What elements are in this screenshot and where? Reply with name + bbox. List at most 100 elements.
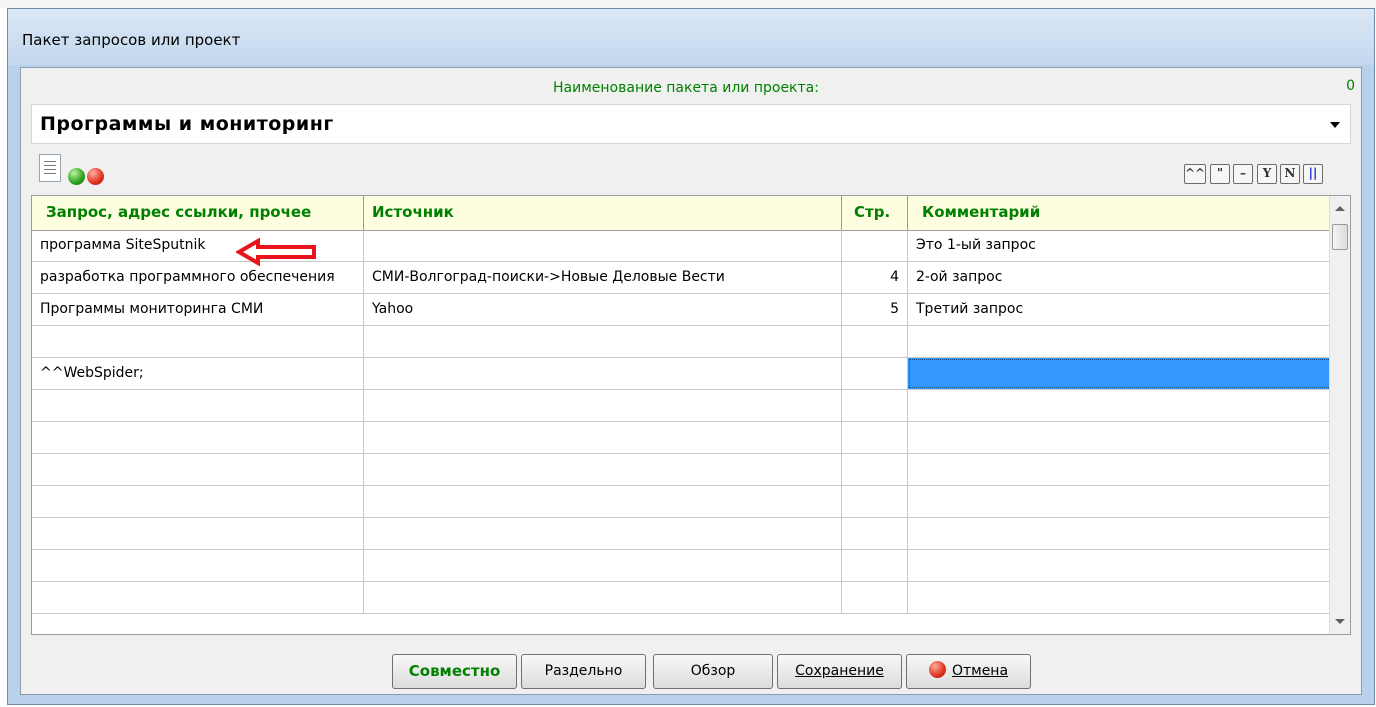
cell-comment[interactable] xyxy=(908,582,1332,613)
caret-quote-icon: ^^ xyxy=(1185,166,1206,180)
cell-page[interactable] xyxy=(842,550,908,581)
table-row[interactable]: программа SiteSputnik Это 1-ый запрос xyxy=(32,230,1332,262)
table-row[interactable] xyxy=(32,582,1332,614)
dialog-client-area: Наименование пакета или проекта: 0 Прогр… xyxy=(20,67,1362,695)
blue-bars-icon: || xyxy=(1308,166,1318,180)
cell-page[interactable] xyxy=(842,454,908,485)
red-circle-icon[interactable] xyxy=(87,168,104,185)
cell-page[interactable] xyxy=(842,422,908,453)
separate-button[interactable]: Раздельно xyxy=(521,654,646,689)
cell-source[interactable] xyxy=(364,390,842,421)
cell-page[interactable] xyxy=(842,326,908,357)
cell-comment[interactable]: Это 1-ый запрос xyxy=(908,230,1332,261)
cell-comment[interactable] xyxy=(908,390,1332,421)
bars-button[interactable]: || xyxy=(1303,164,1323,184)
table-row[interactable]: Программы мониторинга СМИ Yahoo 5 Третий за… xyxy=(32,294,1332,326)
cancel-button-label: Отмена xyxy=(951,663,1009,679)
table-row[interactable]: разработка программного обеспечения СМИ-В… xyxy=(32,262,1332,294)
window-title: Пакет запросов или проект xyxy=(22,31,241,49)
cell-page[interactable] xyxy=(842,518,908,549)
caret-quote-button[interactable]: ^^ xyxy=(1184,164,1206,184)
project-name-label: Наименование пакета или проекта: xyxy=(553,80,819,96)
background-strip xyxy=(0,0,1376,8)
vertical-scrollbar[interactable] xyxy=(1329,196,1350,634)
cell-query[interactable] xyxy=(32,326,364,357)
cell-page[interactable] xyxy=(842,230,908,261)
scroll-up-arrow-icon[interactable] xyxy=(1335,206,1345,211)
column-header-query[interactable]: Запрос, адрес ссылки, прочее xyxy=(32,196,364,230)
dash-icon: – xyxy=(1240,166,1246,180)
cell-query[interactable] xyxy=(32,550,364,581)
cell-page[interactable] xyxy=(842,582,908,613)
together-button[interactable]: Совместно xyxy=(392,654,517,689)
table-row[interactable] xyxy=(32,422,1332,454)
cell-query[interactable]: Программы мониторинга СМИ xyxy=(32,294,364,325)
cell-comment[interactable] xyxy=(908,550,1332,581)
cell-comment[interactable] xyxy=(908,326,1332,357)
table-row[interactable] xyxy=(32,486,1332,518)
cell-comment[interactable] xyxy=(908,486,1332,517)
table-row[interactable]: ^^WebSpider; xyxy=(32,358,1332,390)
cell-source[interactable]: Yahoo xyxy=(364,294,842,325)
dialog-window: Пакет запросов или проект Наименование п… xyxy=(7,8,1375,705)
green-circle-icon[interactable] xyxy=(68,168,85,185)
left-arrow-annotation-icon xyxy=(236,238,316,266)
cell-page[interactable]: 4 xyxy=(842,262,908,293)
cell-source[interactable] xyxy=(364,454,842,485)
cell-query[interactable]: разработка программного обеспечения xyxy=(32,262,364,293)
no-button[interactable]: N xyxy=(1280,164,1300,184)
cell-source[interactable] xyxy=(364,486,842,517)
cell-source[interactable] xyxy=(364,582,842,613)
cell-comment[interactable]: 2-ой запрос xyxy=(908,262,1332,293)
cell-comment[interactable] xyxy=(908,518,1332,549)
cell-comment[interactable] xyxy=(908,358,1332,389)
project-name-value: Программы и мониторинг xyxy=(40,113,334,135)
table-row[interactable] xyxy=(32,550,1332,582)
cell-comment[interactable] xyxy=(908,454,1332,485)
cell-source[interactable] xyxy=(364,230,842,261)
cell-source[interactable] xyxy=(364,550,842,581)
yes-button[interactable]: Y xyxy=(1257,164,1277,184)
document-icon[interactable] xyxy=(39,154,61,182)
cell-source[interactable] xyxy=(364,518,842,549)
table-row[interactable] xyxy=(32,518,1332,550)
counter-value: 0 xyxy=(1346,78,1355,94)
cell-query[interactable]: ^^WebSpider; xyxy=(32,358,364,389)
cell-query[interactable] xyxy=(32,454,364,485)
chevron-down-icon[interactable] xyxy=(1330,122,1340,128)
cell-source[interactable]: СМИ-Волгоград-поиски->Новые Деловые Вест… xyxy=(364,262,842,293)
cell-comment[interactable]: Третий запрос xyxy=(908,294,1332,325)
cell-page[interactable] xyxy=(842,358,908,389)
project-name-combobox[interactable]: Программы и мониторинг xyxy=(31,104,1351,144)
browse-button[interactable]: Обзор xyxy=(653,654,773,689)
column-header-comment[interactable]: Комментарий xyxy=(908,196,1332,230)
cell-query[interactable] xyxy=(32,390,364,421)
letter-n-icon: N xyxy=(1284,166,1296,180)
title-bar[interactable]: Пакет запросов или проект xyxy=(8,9,1374,65)
cell-source[interactable] xyxy=(364,422,842,453)
cell-page[interactable] xyxy=(842,486,908,517)
cell-page[interactable]: 5 xyxy=(842,294,908,325)
column-header-page[interactable]: Стр. xyxy=(842,196,908,230)
query-grid[interactable]: Запрос, адрес ссылки, прочее Источник Ст… xyxy=(31,195,1351,635)
cell-query[interactable] xyxy=(32,518,364,549)
cell-query[interactable] xyxy=(32,422,364,453)
table-row[interactable] xyxy=(32,326,1332,358)
column-header-source[interactable]: Источник xyxy=(364,196,842,230)
cell-query[interactable] xyxy=(32,582,364,613)
save-button[interactable]: Сохранение xyxy=(777,654,902,689)
scroll-down-arrow-icon[interactable] xyxy=(1335,619,1345,624)
dash-button[interactable]: – xyxy=(1233,164,1253,184)
table-row[interactable] xyxy=(32,454,1332,486)
save-button-label: Сохранение xyxy=(795,663,884,679)
letter-y-icon: Y xyxy=(1262,166,1272,180)
scroll-thumb[interactable] xyxy=(1332,224,1348,250)
cell-query[interactable] xyxy=(32,486,364,517)
cell-page[interactable] xyxy=(842,390,908,421)
table-row[interactable] xyxy=(32,390,1332,422)
cell-source[interactable] xyxy=(364,358,842,389)
cell-comment[interactable] xyxy=(908,422,1332,453)
cell-source[interactable] xyxy=(364,326,842,357)
quote-button[interactable]: " xyxy=(1210,164,1230,184)
cancel-button[interactable]: Отмена xyxy=(906,654,1031,689)
